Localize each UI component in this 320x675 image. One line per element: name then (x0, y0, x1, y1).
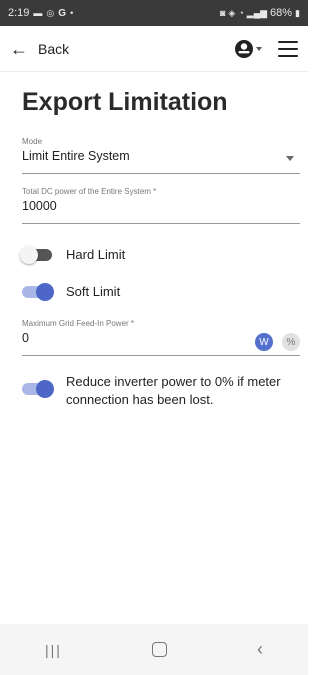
mode-label: Mode (22, 137, 43, 146)
system-nav-bar: ||| ‹ (0, 624, 308, 675)
menu-icon[interactable] (278, 40, 298, 57)
notification-icon: ◎ (46, 7, 55, 18)
hard-limit-switch[interactable] (20, 245, 52, 264)
hard-limit-toggle[interactable]: Hard Limit (20, 245, 126, 264)
grid-feed-in-label: Maximum Grid Feed-In Power * (22, 319, 135, 328)
battery-percent: 68% (270, 7, 293, 19)
wifi-icon: ◔ (238, 8, 244, 18)
mode-select[interactable]: Mode Limit Entire System (22, 137, 300, 174)
home-icon[interactable] (151, 642, 167, 657)
signal-icon: ▂▄▆ (246, 7, 268, 18)
dc-power-value: 10000 (22, 199, 57, 213)
hard-limit-label: Hard Limit (66, 247, 126, 262)
app-bar: ← Back (0, 26, 308, 72)
soft-limit-toggle[interactable]: Soft Limit (22, 282, 121, 301)
mode-value: Limit Entire System (22, 149, 130, 163)
soft-limit-switch[interactable] (22, 282, 54, 301)
reduce-power-switch[interactable] (22, 380, 54, 398)
mute-icon: ◈ (228, 7, 236, 18)
status-bar: 2:19 ▬ ◎ G • ◙ ◈ ◔ ▂▄▆ 68% ▮ (0, 0, 308, 26)
back-arrow-icon: ← (10, 38, 28, 59)
account-menu-button[interactable] (234, 39, 262, 59)
dot-icon: • (70, 8, 74, 18)
google-icon: G (58, 7, 67, 19)
back-button[interactable]: ← Back (10, 40, 69, 58)
back-label: Back (38, 40, 70, 57)
recent-apps-icon[interactable]: ||| (45, 642, 62, 658)
account-icon (235, 39, 253, 58)
page-title: Export Limitation (22, 88, 228, 116)
battery-icon: ▮ (295, 7, 300, 18)
nav-back-icon[interactable]: ‹ (257, 639, 263, 660)
status-time: 2:19 (8, 7, 30, 19)
alarm-icon: ◙ (219, 8, 226, 18)
chevron-down-icon (256, 46, 262, 51)
reduce-power-label: Reduce inverter power to 0% if meter con… (66, 374, 281, 407)
unit-watt-button[interactable]: W (255, 333, 273, 351)
dc-power-field[interactable]: Total DC power of the Entire System * 10… (22, 187, 300, 224)
reduce-power-toggle[interactable]: Reduce inverter power to 0% if meter con… (22, 373, 286, 409)
message-icon: ▬ (33, 8, 43, 18)
unit-percent-button[interactable]: % (282, 333, 300, 351)
soft-limit-label: Soft Limit (66, 284, 121, 299)
dropdown-arrow-icon (286, 156, 294, 161)
dc-power-label: Total DC power of the Entire System * (22, 187, 157, 196)
